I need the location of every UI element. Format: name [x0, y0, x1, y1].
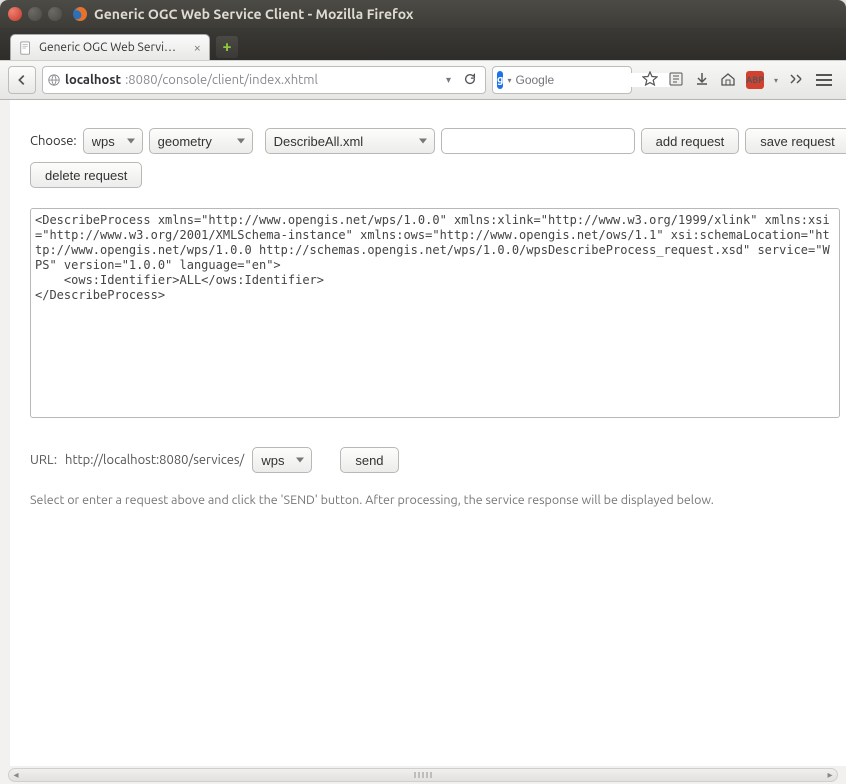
hint-text: Select or enter a request above and clic…	[30, 493, 846, 507]
window-minimize-button[interactable]	[28, 7, 42, 21]
back-button[interactable]	[8, 66, 36, 94]
bookmark-star-icon[interactable]	[642, 71, 658, 90]
new-tab-button[interactable]: +	[216, 36, 238, 58]
save-request-button[interactable]: save request	[745, 128, 846, 154]
reload-button[interactable]	[459, 72, 481, 89]
toolbar-icons: ABP ▾	[642, 71, 804, 90]
firefox-icon	[72, 6, 88, 22]
browser-toolbar: localhost :8080/console/client/index.xhtm…	[0, 60, 846, 100]
window-maximize-button[interactable]	[48, 7, 62, 21]
url-dropdown-icon[interactable]: ▾	[442, 74, 455, 86]
reload-icon	[463, 72, 477, 86]
home-icon[interactable]	[720, 71, 736, 90]
url-host: localhost	[65, 73, 121, 87]
endpoint-base: http://localhost:8080/services/	[65, 453, 244, 467]
controls-row-1: Choose: wps geometry DescribeAll.xml add…	[30, 128, 846, 154]
window-buttons	[8, 7, 62, 21]
reader-icon[interactable]	[668, 71, 684, 90]
controls-row-2: delete request	[30, 162, 846, 188]
scroll-right-icon[interactable]: ▸	[823, 768, 837, 782]
overflow-icon[interactable]	[788, 71, 804, 90]
add-request-button[interactable]: add request	[641, 128, 740, 154]
window-title: Generic OGC Web Service Client - Mozilla…	[94, 6, 414, 22]
request-xml-textarea[interactable]	[30, 208, 840, 418]
adblock-icon[interactable]: ABP	[746, 71, 764, 89]
search-engine-icon[interactable]: g	[497, 71, 503, 89]
service-select[interactable]: wps	[83, 128, 143, 154]
url-path: :8080/console/client/index.xhtml	[125, 73, 318, 87]
browser-tab[interactable]: Generic OGC Web Servi… ×	[10, 34, 210, 60]
url-label: URL:	[30, 453, 57, 467]
downloads-icon[interactable]	[694, 71, 710, 90]
page-content: Choose: wps geometry DescribeAll.xml add…	[10, 100, 846, 766]
horizontal-scrollbar[interactable]: ◂ ▸	[8, 768, 838, 782]
back-icon	[15, 73, 29, 87]
menu-button[interactable]	[810, 66, 838, 94]
request-select[interactable]: DescribeAll.xml	[265, 128, 435, 154]
category-select[interactable]: geometry	[149, 128, 253, 154]
globe-icon	[47, 73, 61, 87]
delete-request-button[interactable]: delete request	[30, 162, 142, 188]
scroll-left-icon[interactable]: ◂	[9, 768, 23, 782]
address-bar[interactable]: localhost :8080/console/client/index.xhtm…	[42, 66, 486, 94]
page-icon	[19, 41, 33, 55]
tab-title: Generic OGC Web Servi…	[39, 41, 176, 54]
adblock-dropdown-icon[interactable]: ▾	[774, 76, 778, 85]
search-box[interactable]: g ▾	[492, 66, 632, 94]
tab-strip: Generic OGC Web Servi… × +	[0, 28, 846, 60]
tab-close-icon[interactable]: ×	[194, 41, 201, 55]
choose-label: Choose:	[30, 134, 77, 148]
endpoint-row: URL: http://localhost:8080/services/ wps…	[30, 447, 846, 473]
scroll-grip[interactable]	[393, 771, 453, 779]
send-button[interactable]: send	[340, 447, 398, 473]
window-close-button[interactable]	[8, 7, 22, 21]
request-name-input[interactable]	[441, 128, 635, 154]
window-titlebar: Generic OGC Web Service Client - Mozilla…	[0, 0, 846, 28]
endpoint-service-select[interactable]: wps	[252, 447, 312, 473]
